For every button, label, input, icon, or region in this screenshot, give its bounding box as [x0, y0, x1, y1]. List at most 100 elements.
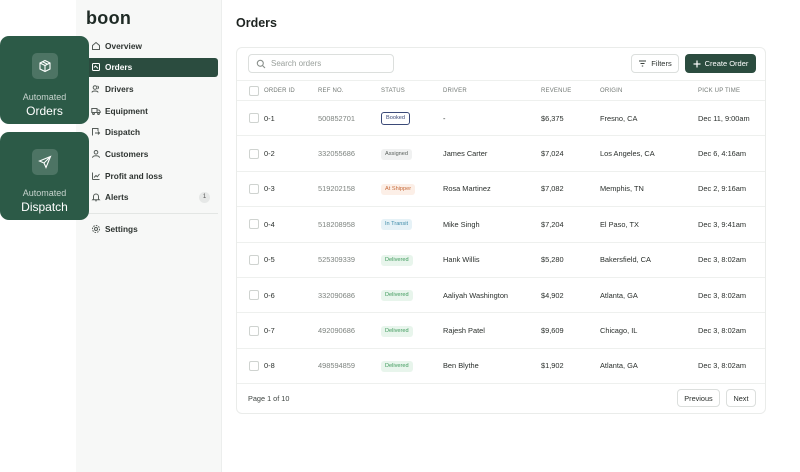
- origin-cell: Memphis, TN: [600, 171, 698, 208]
- row-checkbox[interactable]: [249, 113, 259, 124]
- pickup-time-cell: Dec 11, 9:00am: [698, 100, 765, 137]
- dispatch-icon: [90, 127, 101, 138]
- revenue-cell: $1,902: [541, 348, 600, 385]
- orders-table: ORDER ID REF NO. STATUS DRIVER REVENUE O…: [237, 80, 765, 385]
- table-row[interactable]: 0-3 519202158 At Shipper Rosa Martinez $7,08…: [237, 171, 765, 208]
- search-placeholder: Search orders: [271, 59, 322, 68]
- column-header-revenue[interactable]: REVENUE: [541, 80, 600, 101]
- column-header-ref-no[interactable]: REF NO.: [318, 80, 381, 101]
- ref-no-cell: 519202158: [318, 171, 381, 208]
- status-cell: Delivered: [381, 242, 443, 278]
- row-select-cell: [237, 277, 264, 314]
- sidebar-item-profit-and-loss[interactable]: Profit and loss: [82, 166, 218, 185]
- status-badge: Booked: [381, 111, 410, 125]
- driver-cell: -: [443, 100, 541, 137]
- table-row[interactable]: 0-6 332090686 Delivered Aaliyah Washington $…: [237, 277, 765, 314]
- sidebar-item-label: Profit and loss: [105, 170, 163, 181]
- column-header-pickup-time[interactable]: PICK UP TIME: [698, 80, 765, 101]
- brand-logo[interactable]: boon: [86, 8, 131, 29]
- status-cell: Assigned: [381, 135, 443, 172]
- sidebar-item-alerts[interactable]: Alerts 1: [82, 188, 218, 207]
- pickup-time-cell: Dec 3, 8:02am: [698, 242, 765, 278]
- status-badge: In Transit: [381, 219, 413, 231]
- row-checkbox[interactable]: [249, 325, 259, 336]
- promo-caption: Automated: [22, 188, 67, 198]
- driver-cell: Hank Willis: [443, 242, 541, 278]
- row-select-cell: [237, 171, 264, 208]
- order-id-cell: 0-8: [264, 348, 318, 385]
- row-select-cell: [237, 135, 264, 172]
- column-header-origin[interactable]: ORIGIN: [600, 80, 698, 101]
- next-page-button[interactable]: Next: [726, 389, 756, 407]
- status-badge: Assigned: [381, 148, 413, 160]
- table-row[interactable]: 0-1 500852701 Booked - $6,375 Fresno, CA Dec 1…: [237, 100, 765, 137]
- sidebar-divider: [82, 212, 218, 214]
- column-header-status[interactable]: STATUS: [381, 80, 443, 101]
- pickup-time-cell: Dec 3, 8:02am: [698, 312, 765, 349]
- table-row[interactable]: 0-2 332055686 Assigned James Carter $7,024 Lo…: [237, 135, 765, 172]
- sidebar-item-equipment[interactable]: Equipment: [82, 101, 218, 120]
- plus-icon: [693, 60, 701, 68]
- table-row[interactable]: 0-5 525309339 Delivered Hank Willis $5,280 Ba…: [237, 242, 765, 278]
- table-header-row: ORDER ID REF NO. STATUS DRIVER REVENUE O…: [237, 80, 765, 101]
- revenue-cell: $7,024: [541, 135, 600, 172]
- status-badge: Delivered: [381, 254, 413, 266]
- status-badge: Delivered: [381, 290, 413, 302]
- promo-caption: Automated: [22, 92, 67, 102]
- sidebar-item-overview[interactable]: Overview: [82, 36, 218, 55]
- ref-no-cell: 518208958: [318, 206, 381, 243]
- ref-no-cell: 492090686: [318, 312, 381, 349]
- row-checkbox[interactable]: [249, 148, 259, 159]
- sidebar-item-dispatch[interactable]: Dispatch: [82, 123, 218, 142]
- row-checkbox[interactable]: [249, 184, 259, 194]
- sidebar-item-orders[interactable]: Orders: [82, 57, 218, 77]
- order-id-cell: 0-2: [264, 135, 318, 172]
- driver-cell: Rosa Martinez: [443, 171, 541, 208]
- status-cell: Delivered: [381, 312, 443, 349]
- send-icon: [31, 149, 58, 175]
- row-checkbox[interactable]: [249, 290, 259, 301]
- order-id-cell: 0-6: [264, 277, 318, 314]
- sidebar-item-label: Equipment: [105, 105, 148, 116]
- order-id-cell: 0-1: [264, 100, 318, 137]
- previous-page-button[interactable]: Previous: [677, 389, 720, 407]
- page-title: Orders: [236, 16, 277, 30]
- table-row[interactable]: 0-4 518208958 In Transit Mike Singh $7,204 El…: [237, 206, 765, 243]
- status-cell: Delivered: [381, 348, 443, 385]
- table-row[interactable]: 0-8 498594859 Delivered Ben Blythe $1,902 Atl…: [237, 348, 765, 385]
- gear-icon: [90, 224, 101, 235]
- order-id-cell: 0-5: [264, 242, 318, 278]
- table-row[interactable]: 0-7 492090686 Delivered Rajesh Patel $9,609 C…: [237, 312, 765, 349]
- automated-orders-tile[interactable]: Automated Orders: [0, 36, 89, 124]
- row-select-cell: [237, 206, 264, 243]
- sidebar-item-customers[interactable]: Customers: [82, 144, 218, 163]
- filters-label: Filters: [651, 59, 672, 68]
- column-header-driver[interactable]: DRIVER: [443, 80, 541, 101]
- status-badge: At Shipper: [381, 183, 416, 195]
- search-input[interactable]: Search orders: [248, 54, 394, 73]
- filters-button[interactable]: Filters: [631, 54, 679, 73]
- sidebar-item-settings[interactable]: Settings: [82, 220, 218, 239]
- sidebar-item-drivers[interactable]: Drivers: [82, 79, 218, 98]
- origin-cell: Los Angeles, CA: [600, 135, 698, 172]
- revenue-cell: $4,902: [541, 277, 600, 314]
- ref-no-cell: 332055686: [318, 135, 381, 172]
- select-all-checkbox[interactable]: [249, 85, 259, 96]
- pagination-status: Page 1 of 10: [248, 394, 290, 403]
- row-checkbox[interactable]: [249, 360, 259, 371]
- status-cell: In Transit: [381, 206, 443, 243]
- package-icon: [31, 53, 58, 79]
- row-checkbox[interactable]: [249, 219, 259, 230]
- row-checkbox[interactable]: [249, 254, 259, 265]
- create-order-button[interactable]: Create Order: [685, 54, 756, 73]
- create-order-label: Create Order: [704, 59, 749, 68]
- chart-icon: [90, 170, 101, 181]
- automated-dispatch-tile[interactable]: Automated Dispatch: [0, 132, 89, 220]
- column-header-order-id[interactable]: ORDER ID: [264, 80, 318, 101]
- select-all-cell: [237, 80, 264, 101]
- pickup-time-cell: Dec 6, 4:16am: [698, 135, 765, 172]
- sidebar: boon Overview Orders Drivers Equipment D…: [76, 0, 222, 472]
- ref-no-cell: 500852701: [318, 100, 381, 137]
- origin-cell: Bakersfield, CA: [600, 242, 698, 278]
- status-badge: Delivered: [381, 325, 413, 337]
